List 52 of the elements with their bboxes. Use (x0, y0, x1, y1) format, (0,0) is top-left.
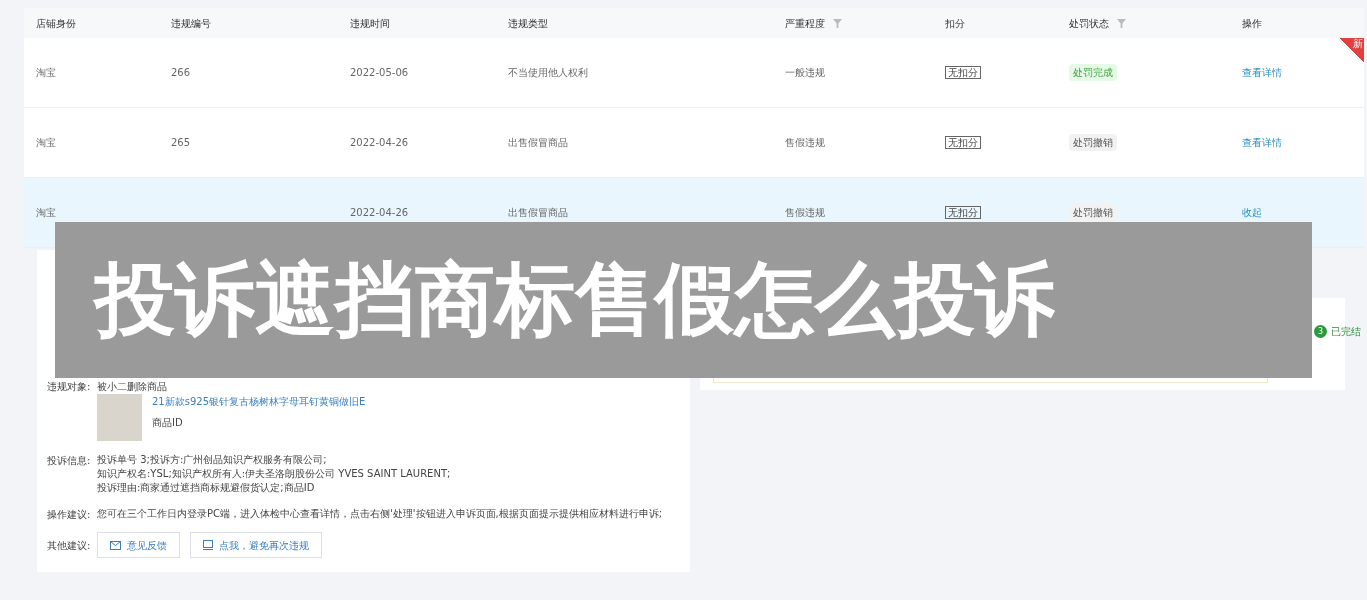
photo-placeholder (97, 394, 142, 441)
field-value: 被小二删除商品 (97, 379, 167, 394)
product-link[interactable]: 21新款s925银针复古杨树林字母耳钉黄铜做旧E (152, 394, 366, 409)
step-label: 已完结 (1331, 325, 1361, 339)
points-tag: 无扣分 (945, 206, 981, 219)
step-number: 3 (1314, 325, 1327, 338)
column-header: 严重程度 (785, 16, 825, 31)
column-header: 违规类型 (508, 16, 548, 31)
field-value: 投诉理由:商家通过遮挡商标规避假货认定;商品ID (97, 481, 316, 495)
table-cell: 淘宝 (36, 67, 56, 78)
status-tag: 处罚完成 (1069, 64, 1117, 81)
status-tag: 处罚撤销 (1069, 134, 1117, 151)
points-tag: 无扣分 (945, 66, 981, 79)
banner-title: 投诉遮挡商标售假怎么投诉 (95, 260, 1055, 340)
detail-link[interactable]: 查看详情 (1242, 137, 1282, 148)
field-value: 知识产权名:YSL;知识产权所有人:伊夫圣洛朗股份公司 YVES SAINT LAURENT; (97, 467, 451, 481)
detail-link[interactable]: 查看详情 (1242, 67, 1282, 78)
new-badge: 新 (1340, 38, 1364, 62)
column-header: 违规时间 (350, 16, 390, 31)
detail-link[interactable]: 收起 (1242, 207, 1262, 218)
field-label: 其他建议: (47, 538, 92, 553)
filter-icon[interactable] (1117, 18, 1126, 28)
suggestion-button[interactable]: 意见反馈 (97, 532, 180, 558)
table-cell: 2022-05-06 (350, 67, 409, 78)
table-cell: 售假违规 (785, 207, 825, 218)
field-label: 投诉信息: (47, 454, 92, 468)
table-cell: 淘宝 (36, 137, 56, 148)
field-label: 操作建议: (47, 508, 92, 522)
product-id: 商品ID (152, 416, 184, 430)
column-header: 店铺身份 (36, 16, 76, 31)
table-cell: 265 (171, 137, 191, 148)
table-cell: 2022-04-26 (350, 207, 409, 218)
field-value: 您可在三个工作日内登录PC端，进入体检中心查看详情，点击右侧'处理'按钮进入申诉页面,根据页面提示提供相应材料进行申诉; (97, 507, 663, 521)
mail-icon (110, 540, 121, 550)
column-header: 违规编号 (171, 16, 211, 31)
table-cell: 2022-04-26 (350, 137, 409, 148)
table-cell: 出售假冒商品 (508, 207, 568, 218)
column-header: 操作 (1242, 16, 1262, 31)
table-cell: 出售假冒商品 (508, 137, 568, 148)
field-value: 投诉单号 3;投诉方:广州创品知识产权服务有限公司; (97, 453, 328, 467)
table-cell: 一般违规 (785, 67, 825, 78)
status-tag: 处罚撤销 (1069, 204, 1117, 221)
column-header: 扣分 (945, 16, 965, 31)
field-label: 违规对象: (47, 379, 92, 394)
table-cell: 不当使用他人权利 (508, 67, 588, 78)
suggestion-button[interactable]: 点我，避免再次违规 (190, 532, 322, 558)
points-tag: 无扣分 (945, 136, 981, 149)
table-cell: 售假违规 (785, 137, 825, 148)
filter-icon[interactable] (833, 18, 842, 28)
table-cell: 266 (171, 67, 191, 78)
column-header: 处罚状态 (1069, 16, 1109, 31)
table-cell: 淘宝 (36, 207, 56, 218)
